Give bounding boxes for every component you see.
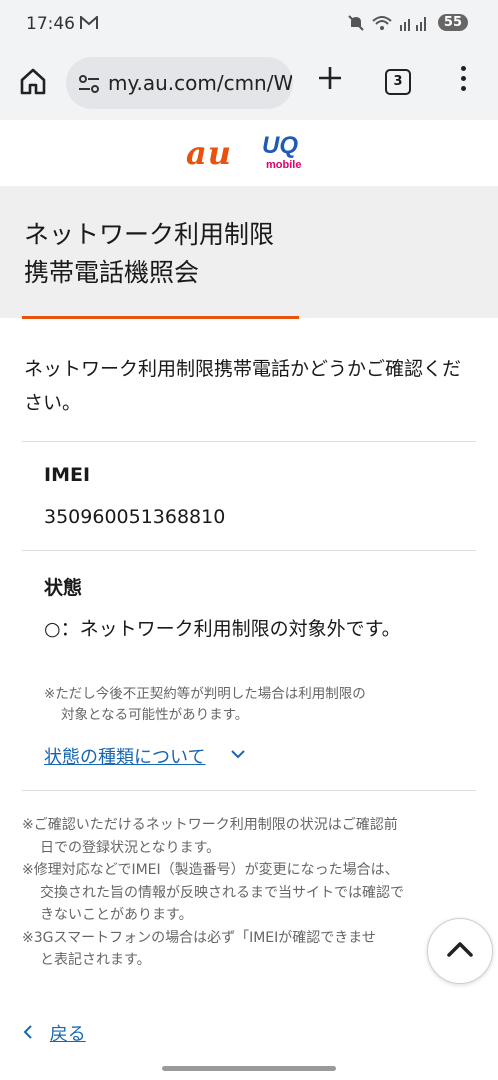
signal-icon [399, 16, 426, 31]
battery-indicator: 55 [437, 14, 468, 31]
au-logo[interactable]: au [186, 134, 232, 172]
intro-text: ネットワーク利用制限携帯電話かどうかご確認ください。 [24, 358, 462, 414]
clock: 17:46 [26, 14, 75, 34]
footnote-2-line3: きないことがあります。 [40, 907, 193, 923]
page-title-section: ネットワーク利用制限 携帯電話機照会 [0, 186, 498, 319]
chevron-left-icon [23, 1025, 32, 1039]
site-settings-icon[interactable] [78, 73, 100, 95]
status-bar: 17:46 55 [0, 0, 498, 50]
page-title-line2: 携帯電話機照会 [24, 258, 200, 287]
divider [22, 550, 476, 551]
status-note-line2: 対象となる可能性があります。 [61, 707, 249, 723]
gesture-nav-bar[interactable] [162, 1066, 336, 1071]
uq-mobile-label: mobile [266, 159, 302, 171]
chevron-up-icon[interactable] [428, 919, 492, 983]
page-title-line1: ネットワーク利用制限 [24, 220, 275, 249]
status-types-link[interactable]: 状態の種類について [44, 743, 205, 769]
footnote-1-line1: ※ご確認いただけるネットワーク利用制限の状況はご確認前 [22, 817, 398, 833]
uq-logo[interactable]: UQ [262, 132, 298, 160]
mute-icon [348, 14, 364, 31]
status-value: ○：ネットワーク利用制限の対象外です。 [44, 618, 401, 640]
footnote-2-line1: ※修理対応などでIMEI（製造番号）が変更になった場合は、 [22, 862, 399, 878]
browser-toolbar: my.au.com/cmn/W 3 [0, 50, 498, 120]
imei-label: IMEI [44, 464, 91, 486]
imei-value: 350960051368810 [44, 506, 226, 528]
brand-header: au UQ mobile [0, 120, 498, 186]
title-accent-bar [22, 316, 299, 319]
url-text[interactable]: my.au.com/cmn/W [108, 71, 293, 95]
footnote-2-line2: 交換された旨の情報が反映されるまで当サイトでは確認で [40, 884, 404, 901]
divider [22, 441, 476, 442]
new-tab-icon[interactable] [314, 62, 346, 94]
more-menu-icon[interactable] [458, 66, 468, 96]
scroll-to-top-button[interactable] [427, 918, 493, 984]
back-link[interactable]: 戻る [22, 1020, 86, 1046]
divider [22, 790, 476, 791]
mail-icon [80, 16, 98, 29]
back-link-label[interactable]: 戻る [50, 1024, 86, 1045]
home-icon[interactable] [18, 66, 48, 96]
wifi-icon [372, 15, 392, 30]
page-title: ネットワーク利用制限 携帯電話機照会 [24, 216, 274, 292]
footnotes: ※ご確認いただけるネットワーク利用制限の状況はご確認前 日での登録状況となります… [22, 814, 474, 972]
footnote-1-line2: 日での登録状況となります。 [40, 839, 221, 856]
footnote-3-line1: ※3Gスマートフォンの場合は必ず「IMEIが確認できませ [22, 929, 376, 946]
address-bar[interactable]: my.au.com/cmn/W [66, 57, 293, 109]
footnote-3-line2: と表記されます。 [40, 952, 151, 968]
tab-switcher-icon[interactable]: 3 [385, 69, 411, 95]
status-note-line1: ※ただし今後不正契約等が判明した場合は利用制限の [44, 686, 366, 702]
status-label: 状態 [44, 577, 83, 599]
status-note: ※ただし今後不正契約等が判明した場合は利用制限の 対象となる可能性があります。 [44, 684, 454, 726]
chevron-down-icon[interactable] [230, 746, 246, 762]
